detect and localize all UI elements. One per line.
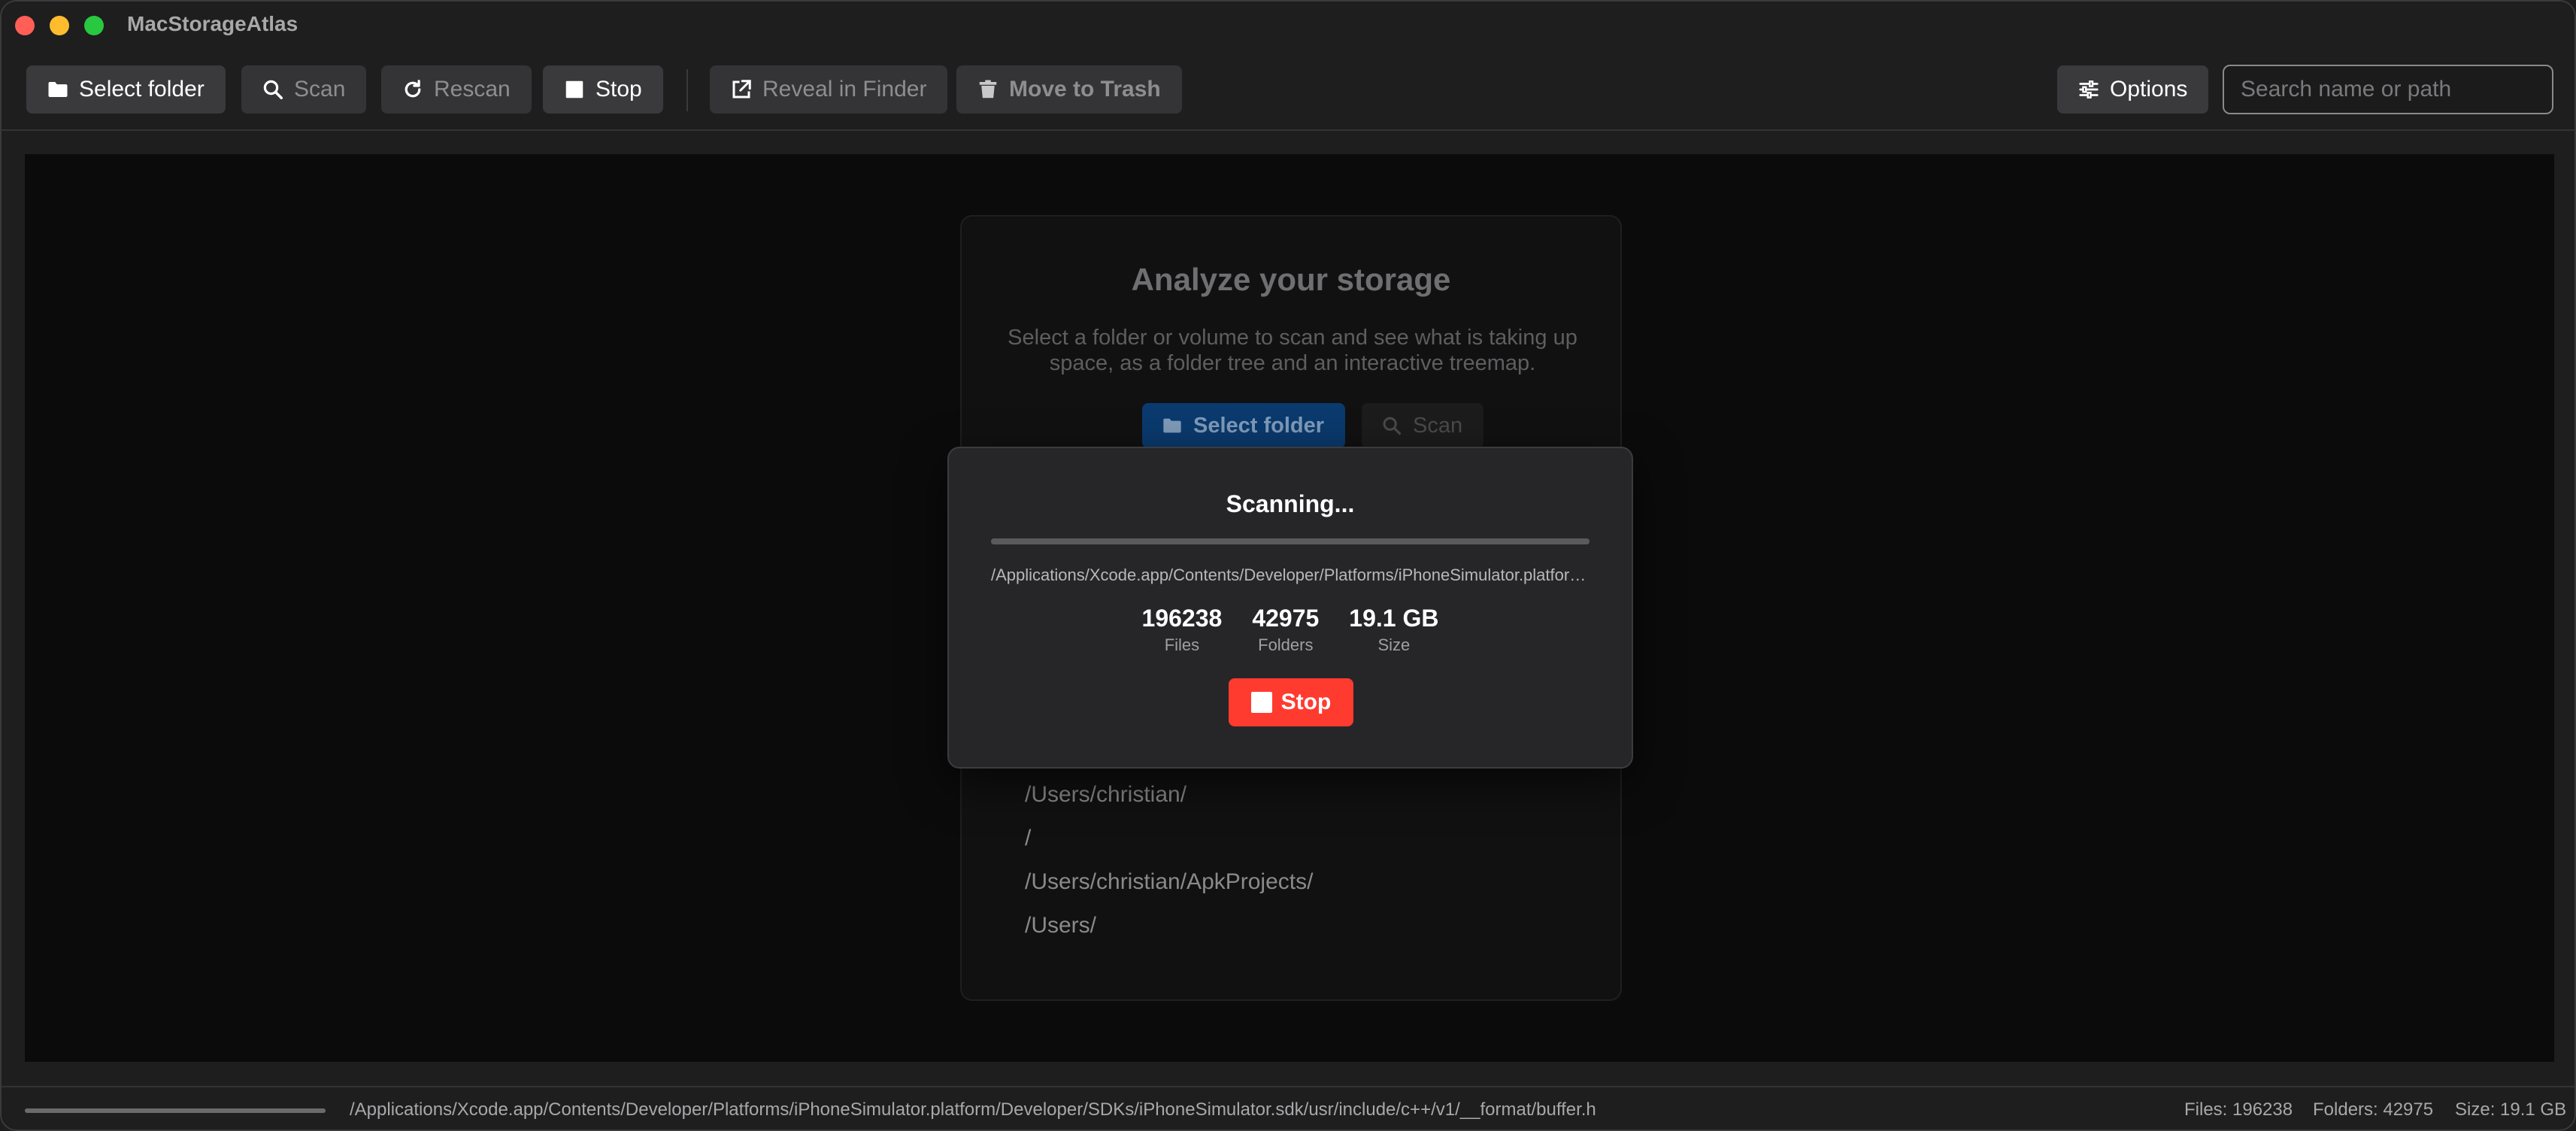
recent-path-item[interactable]: /Users/christian/ — [1025, 773, 1313, 817]
stop-icon — [1250, 692, 1272, 713]
toolbar-divider — [686, 69, 688, 111]
welcome-scan-label: Scan — [1413, 413, 1463, 438]
trash-icon — [976, 77, 1000, 102]
search-icon — [261, 77, 285, 102]
move-to-trash-label: Move to Trash — [1009, 77, 1161, 102]
size-value: 19.1 GB — [1349, 605, 1439, 632]
dialog-stop-label: Stop — [1280, 690, 1332, 714]
folder-icon — [46, 77, 70, 102]
status-bar: /Applications/Xcode.app/Contents/Develop… — [2, 1086, 2574, 1129]
scan-progress-fill — [991, 538, 1590, 544]
maximize-window-button[interactable] — [84, 16, 104, 35]
rescan-label: Rescan — [434, 77, 511, 102]
external-link-icon — [729, 77, 753, 102]
recent-path-item[interactable]: /Users/christian/ApkProjects/ — [1025, 860, 1313, 904]
status-current-path: /Applications/Xcode.app/Contents/Develop… — [350, 1099, 1596, 1120]
recent-paths-list: /Users/christian/ / /Users/christian/Apk… — [1025, 773, 1313, 948]
scanning-current-path: /Applications/Xcode.app/Contents/Develop… — [991, 566, 1593, 584]
scanning-dialog: Scanning... /Applications/Xcode.app/Cont… — [947, 447, 1633, 769]
status-folders: Folders: 42975 — [2313, 1099, 2434, 1120]
size-stat: 19.1 GB Size — [1349, 605, 1438, 655]
welcome-select-folder-label: Select folder — [1193, 413, 1325, 438]
select-folder-label: Select folder — [79, 77, 205, 102]
sliders-icon — [2077, 77, 2101, 102]
status-progress-bar — [25, 1108, 326, 1113]
scan-stats: 196238 Files 42975 Folders 19.1 GB Size — [949, 605, 1632, 655]
folders-label: Folders — [1258, 635, 1314, 654]
reveal-in-finder-button[interactable]: Reveal in Finder — [710, 65, 948, 114]
stop-button[interactable]: Stop — [543, 65, 663, 114]
scan-label: Scan — [294, 77, 346, 102]
select-folder-button[interactable]: Select folder — [26, 65, 226, 114]
toolbar: Select folder Scan Rescan Stop Reveal in… — [2, 48, 2574, 131]
close-window-button[interactable] — [15, 16, 35, 35]
title-bar: MacStorageAtlas — [2, 2, 2574, 48]
dialog-stop-button[interactable]: Stop — [1229, 678, 1353, 726]
window-title: MacStorageAtlas — [127, 12, 299, 35]
welcome-scan-button[interactable]: Scan — [1362, 403, 1484, 448]
status-files: Files: 196238 — [2184, 1099, 2293, 1120]
rescan-button[interactable]: Rescan — [381, 65, 532, 114]
folders-count: 42975 — [1252, 605, 1320, 632]
search-input[interactable] — [2223, 65, 2553, 114]
recent-path-item[interactable]: / — [1025, 817, 1313, 860]
folder-icon — [1162, 414, 1184, 437]
options-button[interactable]: Options — [2057, 65, 2209, 114]
folders-stat: 42975 Folders — [1252, 605, 1319, 655]
status-progress-fill — [25, 1108, 326, 1113]
files-label: Files — [1164, 635, 1200, 654]
options-label: Options — [2110, 77, 2188, 102]
stop-label: Stop — [596, 77, 642, 102]
refresh-icon — [401, 77, 425, 102]
status-size: Size: 19.1 GB — [2455, 1099, 2567, 1120]
move-to-trash-button[interactable]: Move to Trash — [956, 65, 1182, 114]
welcome-title: Analyze your storage — [1131, 262, 1451, 297]
welcome-description: Select a folder or volume to scan and se… — [1008, 326, 1577, 375]
app-window: MacStorageAtlas Select folder Scan Resca… — [0, 0, 2576, 1131]
scan-progress-bar — [991, 538, 1590, 544]
size-label: Size — [1377, 635, 1411, 654]
files-count: 196238 — [1141, 605, 1223, 632]
recent-path-item[interactable]: /Users/ — [1025, 904, 1313, 948]
files-stat: 196238 Files — [1142, 605, 1223, 655]
scanning-title: Scanning... — [1226, 490, 1355, 517]
scan-button[interactable]: Scan — [241, 65, 367, 114]
minimize-window-button[interactable] — [50, 16, 69, 35]
search-icon — [1381, 414, 1404, 437]
reveal-in-finder-label: Reveal in Finder — [762, 77, 927, 102]
stop-icon — [562, 77, 586, 102]
welcome-select-folder-button[interactable]: Select folder — [1142, 403, 1346, 448]
